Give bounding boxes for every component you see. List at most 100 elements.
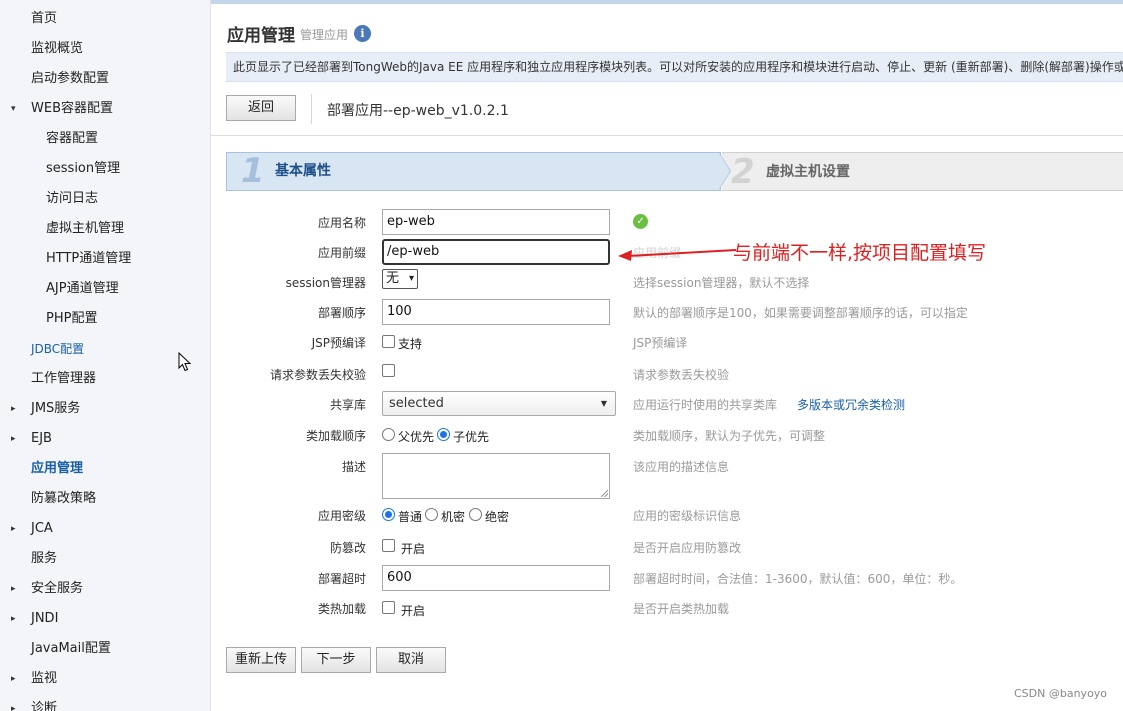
sidebar-item-label: HTTP通道管理 xyxy=(46,251,132,266)
sidebar-item[interactable]: session管理 xyxy=(0,154,210,184)
sidebar-item[interactable]: 应用管理 xyxy=(0,454,210,484)
step-2-number: 2 xyxy=(731,152,755,192)
deploy-order-input[interactable]: 100 xyxy=(382,299,610,325)
sidebar-item[interactable]: 启动参数配置 xyxy=(0,64,210,94)
mouse-cursor-icon xyxy=(178,352,192,372)
caret-right-icon[interactable]: ▸ xyxy=(11,664,16,694)
sidebar-item[interactable]: ▸ JCA xyxy=(0,514,210,544)
step-2-label: 虚拟主机设置 xyxy=(766,164,850,180)
description-textarea[interactable] xyxy=(382,453,610,499)
hot-reload-hint: 是否开启类热加载 xyxy=(633,602,730,616)
tamper-hint: 是否开启应用防篡改 xyxy=(633,541,742,555)
step-1-tab[interactable]: 1 基本属性 xyxy=(226,152,721,191)
sidebar-item-label: JDBC配置 xyxy=(31,342,85,356)
hot-reload-checkbox[interactable] xyxy=(382,601,395,614)
deploy-timeout-label: 部署超时 xyxy=(317,572,366,586)
level-secret-radio[interactable] xyxy=(425,508,438,521)
sidebar-item-label: 启动参数配置 xyxy=(31,71,110,86)
sidebar-item[interactable]: JavaMail配置 xyxy=(0,634,210,664)
sidebar-item[interactable]: 防篡改策略 xyxy=(0,484,210,514)
step-1-number: 1 xyxy=(241,151,265,191)
app-prefix-input[interactable]: /ep-web xyxy=(382,239,610,265)
sidebar-item-label: 访问日志 xyxy=(46,191,99,206)
sidebar-item[interactable]: PHP配置 xyxy=(0,304,210,334)
sidebar-item[interactable]: 访问日志 xyxy=(0,184,210,214)
sidebar-item[interactable]: 首页 xyxy=(0,4,210,34)
app-name-label: 应用名称 xyxy=(317,216,366,230)
child-first-radio[interactable] xyxy=(437,428,450,441)
sidebar-item[interactable]: ▸ 监视 xyxy=(0,664,210,694)
sidebar-item-label: 安全服务 xyxy=(31,581,84,596)
sidebar-item-label: WEB容器配置 xyxy=(31,101,113,116)
sidebar-item-label: PHP配置 xyxy=(46,311,98,326)
shared-lib-label: 共享库 xyxy=(329,398,366,412)
divider xyxy=(311,94,312,124)
reupload-button[interactable]: 重新上传 xyxy=(226,647,296,673)
jsp-precompile-hint: JSP预编译 xyxy=(633,336,688,350)
sidebar-item[interactable]: 虚拟主机管理 xyxy=(0,214,210,244)
shared-lib-select[interactable]: selected ▼ xyxy=(382,391,616,416)
tamper-checkbox[interactable] xyxy=(382,539,395,552)
parent-first-radio[interactable] xyxy=(382,428,395,441)
description-label: 描述 xyxy=(341,460,366,474)
caret-right-icon[interactable]: ▸ xyxy=(11,514,16,544)
sidebar-item-label: 监视概览 xyxy=(31,41,84,56)
sidebar-item-label: 监视 xyxy=(31,671,58,686)
sidebar-item[interactable]: ▸ 安全服务 xyxy=(0,574,210,604)
sidebar-item-label: 首页 xyxy=(31,11,58,26)
deploy-timeout-input[interactable]: 600 xyxy=(382,565,610,591)
sidebar-item[interactable]: ▸ JMS服务 xyxy=(0,394,210,424)
sidebar-item-label: JavaMail配置 xyxy=(31,641,111,656)
session-manager-value: 无 xyxy=(386,271,400,286)
app-name-input[interactable]: ep-web xyxy=(382,209,610,235)
class-check-link[interactable]: 多版本或冗余类检测 xyxy=(797,396,905,413)
sidebar-item[interactable]: ▸ EJB xyxy=(0,424,210,454)
page-title: 应用管理 xyxy=(227,26,295,46)
sidebar-item-label: session管理 xyxy=(46,161,121,176)
sidebar-item[interactable]: HTTP通道管理 xyxy=(0,244,210,274)
step-arrow xyxy=(719,153,730,189)
sidebar-item[interactable]: 监视概览 xyxy=(0,34,210,64)
sidebar-item-label: 诊断 xyxy=(31,701,58,711)
cancel-button[interactable]: 取消 xyxy=(376,647,446,673)
sidebar-item[interactable]: ▸ 诊断 xyxy=(0,694,210,711)
sidebar-item[interactable]: ▸ JNDI xyxy=(0,604,210,634)
caret-right-icon[interactable]: ▸ xyxy=(11,394,16,424)
caret-right-icon[interactable]: ▸ xyxy=(11,694,16,711)
sidebar-item-label: 防篡改策略 xyxy=(31,491,97,506)
next-button[interactable]: 下一步 xyxy=(301,647,371,673)
caret-right-icon[interactable]: ▸ xyxy=(11,574,16,604)
tamper-label: 防篡改 xyxy=(329,541,366,555)
caret-right-icon[interactable]: ▸ xyxy=(11,604,16,634)
page-subtitle: 管理应用 xyxy=(300,28,349,42)
caret-down-icon[interactable]: ▾ xyxy=(11,94,16,124)
page-description: 此页显示了已经部署到TongWeb的Java EE 应用程序和独立应用程序模块列… xyxy=(226,52,1123,82)
level-normal-radio[interactable] xyxy=(382,508,395,521)
sidebar-item-label: 虚拟主机管理 xyxy=(46,221,125,236)
shared-lib-value: selected xyxy=(389,396,444,411)
check-icon: ✓ xyxy=(633,214,648,229)
level-top-secret-radio[interactable] xyxy=(469,508,482,521)
resize-grip-icon[interactable] xyxy=(601,490,608,497)
class-order-hint: 类加载顺序，默认为子优先，可调整 xyxy=(633,429,826,443)
hot-reload-option: 开启 xyxy=(401,604,426,618)
child-first-option: 子优先 xyxy=(453,430,490,444)
sidebar-item[interactable]: 服务 xyxy=(0,544,210,574)
deploy-order-hint: 默认的部署顺序是100，如果需要调整部署顺序的话，可以指定 xyxy=(633,306,968,320)
sidebar-item[interactable]: ▾ WEB容器配置 xyxy=(0,94,210,124)
session-manager-select[interactable]: 无 ▾ xyxy=(382,269,418,289)
sidebar-item[interactable]: 容器配置 xyxy=(0,124,210,154)
sidebar-item-label: AJP通道管理 xyxy=(46,281,119,296)
param-check-hint: 请求参数丢失校验 xyxy=(633,368,730,382)
sidebar-item[interactable]: AJP通道管理 xyxy=(0,274,210,304)
jsp-precompile-checkbox[interactable] xyxy=(382,335,395,348)
main-content: 应用管理 管理应用 i 此页显示了已经部署到TongWeb的Java EE 应用… xyxy=(211,0,1123,711)
top-border xyxy=(211,0,1123,4)
back-button[interactable]: 返回 xyxy=(226,95,296,121)
param-check-checkbox[interactable] xyxy=(382,364,395,377)
caret-right-icon[interactable]: ▸ xyxy=(11,424,16,454)
secret-level-label: 应用密级 xyxy=(317,509,366,523)
step-2-tab[interactable]: 2 虚拟主机设置 xyxy=(722,152,1123,192)
info-icon[interactable]: i xyxy=(354,25,371,42)
chevron-down-icon: ▾ xyxy=(408,273,414,284)
